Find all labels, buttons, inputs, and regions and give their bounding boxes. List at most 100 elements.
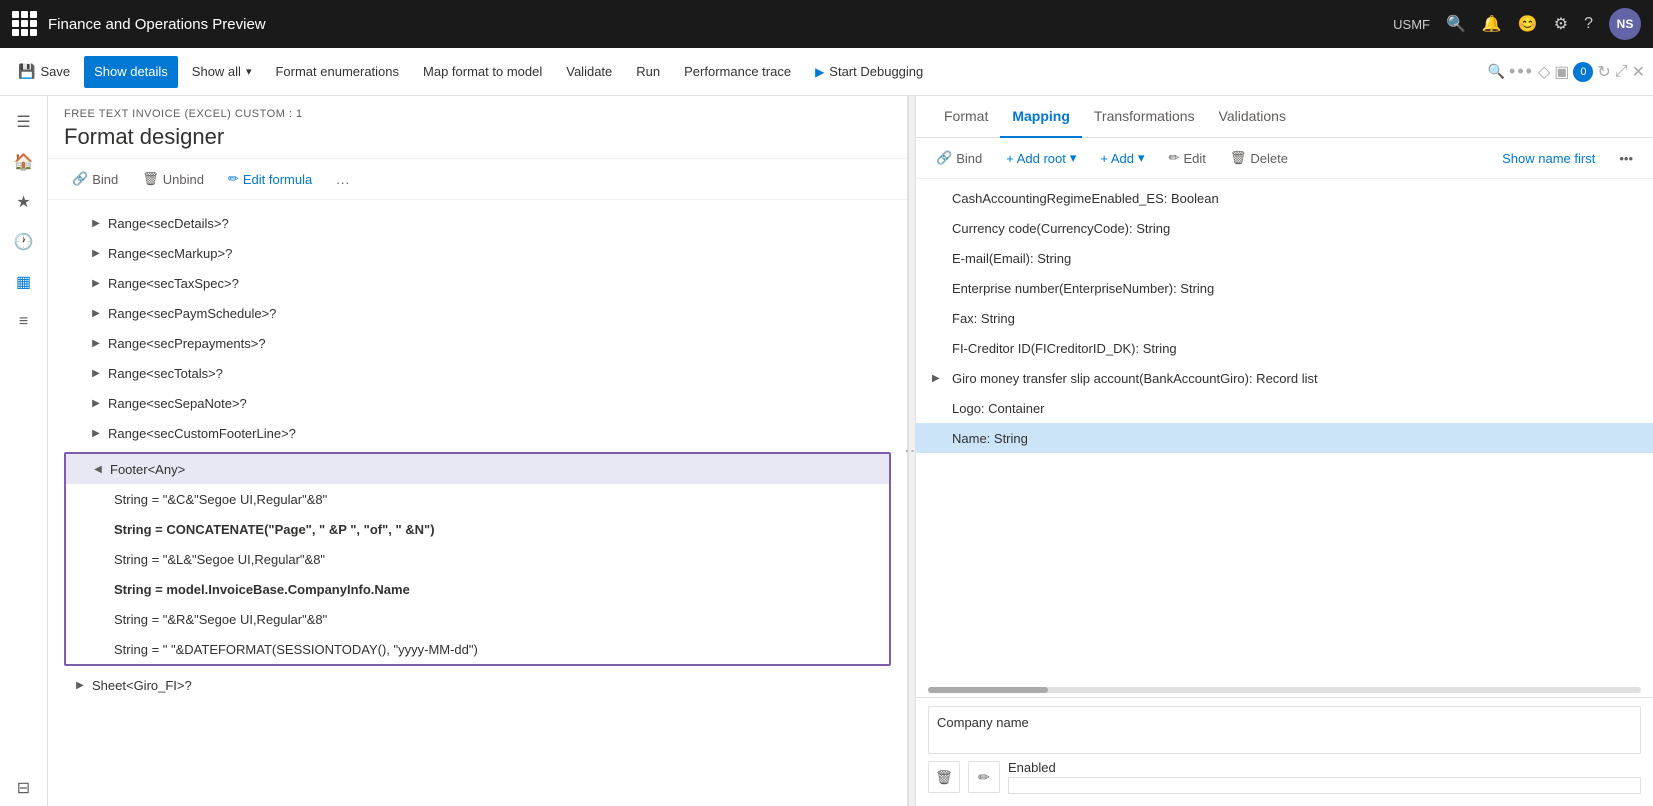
add-root-chevron: ▾: [1070, 150, 1077, 166]
tree-item-range-secdetails[interactable]: ▶ Range<secDetails>?: [48, 208, 907, 238]
nav-home[interactable]: 🏠: [6, 144, 42, 180]
tree-item-sheet-giro[interactable]: ▶ Sheet<Giro_FI>?: [48, 670, 907, 700]
nav-table[interactable]: ▦: [6, 264, 42, 300]
performance-trace-button[interactable]: Performance trace: [674, 56, 801, 88]
panel-header: FREE TEXT INVOICE (EXCEL) CUSTOM : 1 For…: [48, 96, 907, 159]
more-actions-button[interactable]: ...: [328, 165, 358, 193]
tab-mapping[interactable]: Mapping: [1000, 96, 1082, 138]
app-grid-icon[interactable]: [12, 11, 38, 37]
format-enumerations-button[interactable]: Format enumerations: [265, 56, 409, 88]
model-item-fax[interactable]: Fax: String: [916, 303, 1653, 333]
save-button[interactable]: 💾 Save: [8, 56, 80, 88]
show-name-first-button[interactable]: Show name first: [1494, 144, 1603, 172]
toolbar-expand-icon[interactable]: ⤢: [1615, 63, 1628, 81]
model-item-logo[interactable]: Logo: Container: [916, 393, 1653, 423]
model-item-cash-accounting[interactable]: CashAccountingRegimeEnabled_ES: Boolean: [916, 183, 1653, 213]
right-action-bar: 🔗 Bind + Add root ▾ + Add ▾ ✏ Edit 🗑: [916, 138, 1653, 179]
tree-item-range-secpaymschedule[interactable]: ▶ Range<secPaymSchedule>?: [48, 298, 907, 328]
collapse-icon: ◀: [90, 461, 106, 477]
expand-icon: ▶: [88, 275, 104, 291]
edit-item-button[interactable]: ✏: [968, 761, 1000, 793]
format-tree[interactable]: ▶ Range<secDetails>? ▶ Range<secMarkup>?…: [48, 200, 907, 806]
tree-item-range-secsepanote[interactable]: ▶ Range<secSepaNote>?: [48, 388, 907, 418]
nav-filter[interactable]: ⊟: [6, 770, 42, 806]
toolbar-refresh-icon[interactable]: ↻: [1597, 62, 1610, 82]
save-icon: 💾: [18, 63, 35, 80]
tree-item-range-secprepayments[interactable]: ▶ Range<secPrepayments>?: [48, 328, 907, 358]
expand-icon: ▶: [72, 677, 88, 693]
bind-button[interactable]: 🔗 Bind: [64, 165, 126, 193]
model-item-name-string[interactable]: Name: String: [916, 423, 1653, 453]
link-icon: 🔗: [72, 171, 88, 187]
add-root-button[interactable]: + Add root ▾: [998, 144, 1084, 172]
scrollbar-thumb: [928, 687, 1048, 693]
tab-validations[interactable]: Validations: [1207, 96, 1298, 138]
avatar[interactable]: NS: [1609, 8, 1641, 40]
toolbar-columns-icon[interactable]: ▣: [1554, 62, 1569, 82]
toolbar-badge[interactable]: 0: [1573, 62, 1593, 82]
add-button[interactable]: + Add ▾: [1092, 144, 1152, 172]
map-format-to-model-button[interactable]: Map format to model: [413, 56, 552, 88]
nav-recent[interactable]: 🕐: [6, 224, 42, 260]
left-panel: FREE TEXT INVOICE (EXCEL) CUSTOM : 1 For…: [48, 96, 908, 806]
model-item-currency-code[interactable]: Currency code(CurrencyCode): String: [916, 213, 1653, 243]
nav-hamburger[interactable]: ☰: [6, 104, 42, 140]
run-button[interactable]: Run: [626, 56, 670, 88]
model-tree[interactable]: CashAccountingRegimeEnabled_ES: Boolean …: [916, 179, 1653, 687]
model-item-giro-money[interactable]: ▶ Giro money transfer slip account(BankA…: [916, 363, 1653, 393]
tree-item-range-secmarkup[interactable]: ▶ Range<secMarkup>?: [48, 238, 907, 268]
tree-item-range-seccustomfooterline[interactable]: ▶ Range<secCustomFooterLine>?: [48, 418, 907, 448]
nav-list[interactable]: ≡: [6, 304, 42, 340]
toolbar-search-icon[interactable]: 🔍: [1488, 63, 1505, 80]
tree-item-string3[interactable]: String = "&L&"Segoe UI,Regular"&8": [66, 544, 889, 574]
app-title: Finance and Operations Preview: [48, 16, 1383, 33]
tree-item-footer-any[interactable]: ◀ Footer<Any>: [66, 454, 889, 484]
unbind-icon: 🗑: [142, 171, 159, 187]
right-bind-button[interactable]: 🔗 Bind: [928, 144, 990, 172]
show-all-button[interactable]: Show all: [182, 56, 262, 88]
settings-icon[interactable]: ⚙: [1554, 14, 1568, 34]
tree-item-range-sectotals[interactable]: ▶ Range<secTotals>?: [48, 358, 907, 388]
topbar: Finance and Operations Preview USMF 🔍 🔔 …: [0, 0, 1653, 48]
toolbar-close-icon[interactable]: ✕: [1632, 62, 1645, 82]
show-details-button[interactable]: Show details: [84, 56, 178, 88]
search-icon[interactable]: 🔍: [1446, 14, 1466, 34]
edit-button[interactable]: ✏ Edit: [1161, 144, 1214, 172]
tree-item-string6[interactable]: String = " "&DATEFORMAT(SESSIONTODAY(), …: [66, 634, 889, 664]
footer-group: ◀ Footer<Any> String = "&C&"Segoe UI,Reg…: [64, 452, 891, 666]
tab-transformations[interactable]: Transformations: [1082, 96, 1207, 138]
delete-button[interactable]: 🗑 Delete: [1222, 144, 1296, 172]
edit-formula-button[interactable]: ✏ Edit formula: [220, 165, 320, 193]
model-item-email[interactable]: E-mail(Email): String: [916, 243, 1653, 273]
unbind-button[interactable]: 🗑 Unbind: [134, 165, 212, 193]
notification-icon[interactable]: 🔔: [1482, 14, 1502, 34]
tree-item-range-sectaxspec[interactable]: ▶ Range<secTaxSpec>?: [48, 268, 907, 298]
toolbar-diamond-icon[interactable]: ◇: [1538, 62, 1550, 82]
toolbar-more-icon[interactable]: •••: [1509, 61, 1534, 82]
tree-item-string2[interactable]: String = CONCATENATE("Page", " &P ", "of…: [66, 514, 889, 544]
horizontal-scrollbar[interactable]: [928, 687, 1641, 693]
panel-divider[interactable]: ⋮: [908, 96, 916, 806]
help-icon[interactable]: ?: [1584, 15, 1593, 33]
enabled-input[interactable]: [1008, 777, 1641, 794]
expand-icon: ▶: [88, 305, 104, 321]
face-icon[interactable]: 😊: [1518, 14, 1538, 34]
validate-button[interactable]: Validate: [556, 56, 622, 88]
breadcrumb: FREE TEXT INVOICE (EXCEL) CUSTOM : 1: [64, 108, 891, 120]
tree-item-string5[interactable]: String = "&R&"Segoe UI,Regular"&8": [66, 604, 889, 634]
tree-item-string4[interactable]: String = model.InvoiceBase.CompanyInfo.N…: [66, 574, 889, 604]
expand-icon: ▶: [88, 215, 104, 231]
enabled-label: Enabled: [1008, 760, 1641, 775]
delete-item-button[interactable]: 🗑: [928, 761, 960, 793]
model-item-enterprise-number[interactable]: Enterprise number(EnterpriseNumber): Str…: [916, 273, 1653, 303]
tab-format[interactable]: Format: [932, 96, 1000, 138]
right-panel: Format Mapping Transformations Validatio…: [916, 96, 1653, 806]
topbar-icons: USMF 🔍 🔔 😊 ⚙ ? NS: [1393, 8, 1641, 40]
tree-item-string1[interactable]: String = "&C&"Segoe UI,Regular"&8": [66, 484, 889, 514]
nav-favorites[interactable]: ★: [6, 184, 42, 220]
edit-icon: ✏: [1169, 150, 1180, 166]
mapping-tabs: Format Mapping Transformations Validatio…: [916, 96, 1653, 138]
right-more-button[interactable]: •••: [1611, 144, 1641, 172]
start-debugging-button[interactable]: ▶ Start Debugging: [805, 56, 933, 88]
model-item-fi-creditor[interactable]: FI-Creditor ID(FICreditorID_DK): String: [916, 333, 1653, 363]
